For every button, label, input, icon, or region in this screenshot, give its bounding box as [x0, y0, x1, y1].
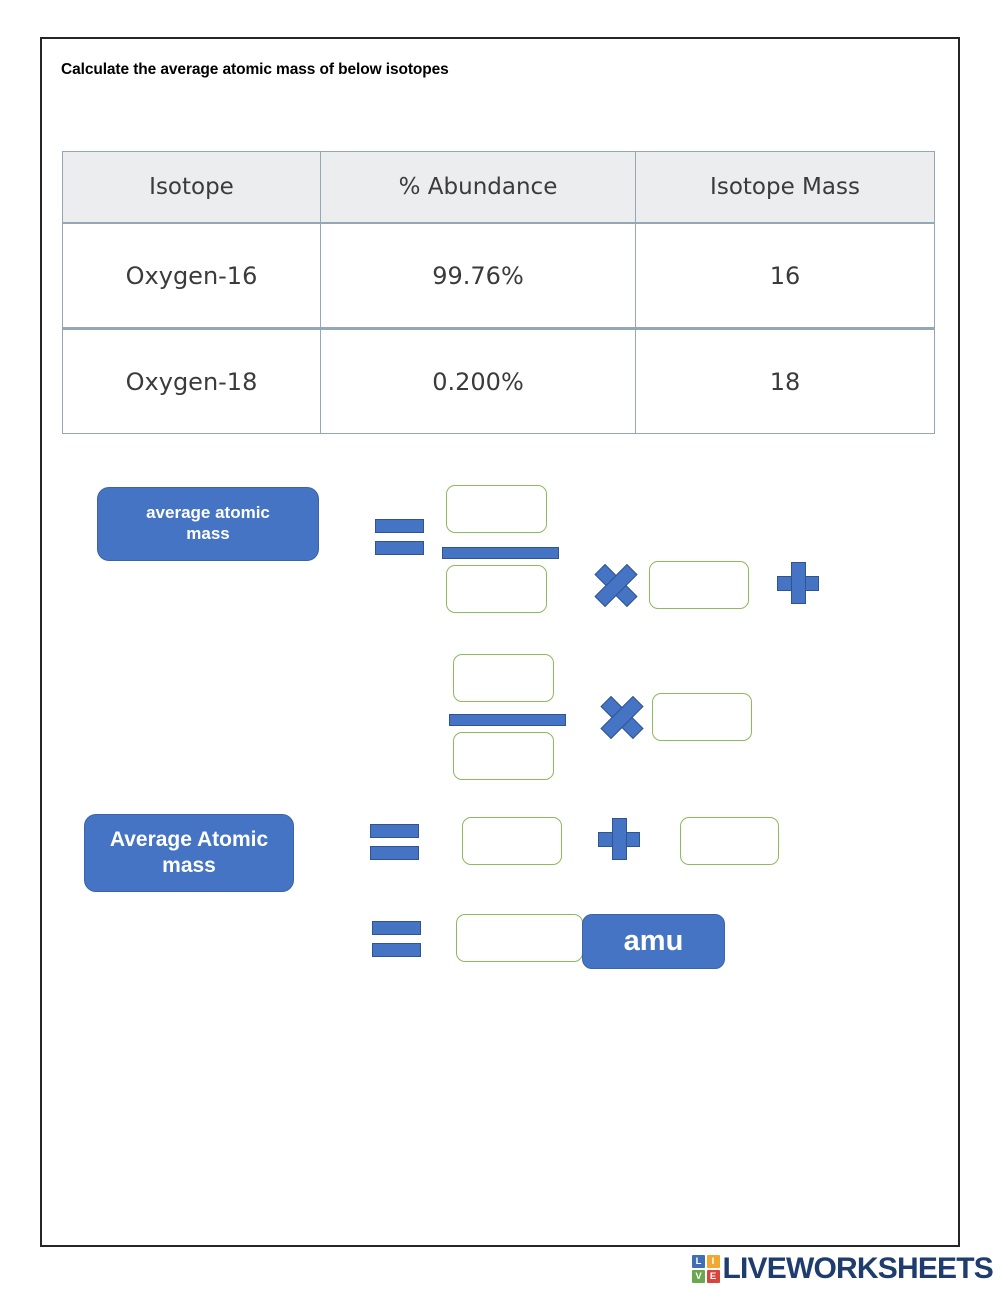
- liveworksheets-logo-icon: L I V E: [692, 1255, 720, 1283]
- input-row2-denominator[interactable]: [453, 732, 554, 780]
- equals-bar-bottom: [375, 541, 424, 555]
- logo-letter-e: E: [706, 1269, 720, 1283]
- worksheet-page: Calculate the average atomic mass of bel…: [40, 37, 960, 1247]
- fraction-bar-row1: [442, 547, 559, 559]
- input-row2-factor[interactable]: [652, 693, 752, 741]
- equals-bar-bottom: [370, 846, 419, 860]
- logo-letter-l: L: [692, 1255, 705, 1269]
- logo-letter-i: I: [706, 1255, 720, 1269]
- formula-work-area: average atomic mass Average Atomic mass …: [42, 39, 962, 1249]
- equals-bar-top: [375, 519, 424, 533]
- equals-bar-bottom: [372, 943, 421, 957]
- plus-stroke-vertical: [790, 562, 806, 604]
- multiply-icon-row2: [599, 694, 645, 740]
- plus-icon-row3: [598, 818, 640, 860]
- fraction-bar-row2: [449, 714, 566, 726]
- input-row1-numerator[interactable]: [446, 485, 547, 533]
- input-row1-factor[interactable]: [649, 561, 749, 609]
- input-row2-numerator[interactable]: [453, 654, 554, 702]
- equals-sign-row4: [372, 921, 421, 957]
- label-average-atomic-mass: average atomic mass: [97, 487, 319, 561]
- liveworksheets-wordmark: LIVEWORKSHEETS: [722, 1252, 994, 1285]
- equals-bar-top: [370, 824, 419, 838]
- logo-letter-v: V: [692, 1269, 705, 1283]
- equals-sign-row1: [375, 519, 424, 555]
- label-average-atomic-mass-total: Average Atomic mass: [84, 814, 294, 892]
- plus-stroke-vertical: [611, 818, 627, 860]
- label-amu-unit: amu: [582, 914, 725, 969]
- input-row4-result[interactable]: [456, 914, 583, 962]
- equals-bar-top: [372, 921, 421, 935]
- multiply-icon-row1: [593, 562, 639, 608]
- equals-sign-row3: [370, 824, 419, 860]
- input-row1-denominator[interactable]: [446, 565, 547, 613]
- plus-icon-row1: [777, 562, 819, 604]
- input-row3-term1[interactable]: [462, 817, 562, 865]
- input-row3-term2[interactable]: [680, 817, 779, 865]
- liveworksheets-logo: L I V E LIVEWORKSHEETS: [692, 1252, 994, 1286]
